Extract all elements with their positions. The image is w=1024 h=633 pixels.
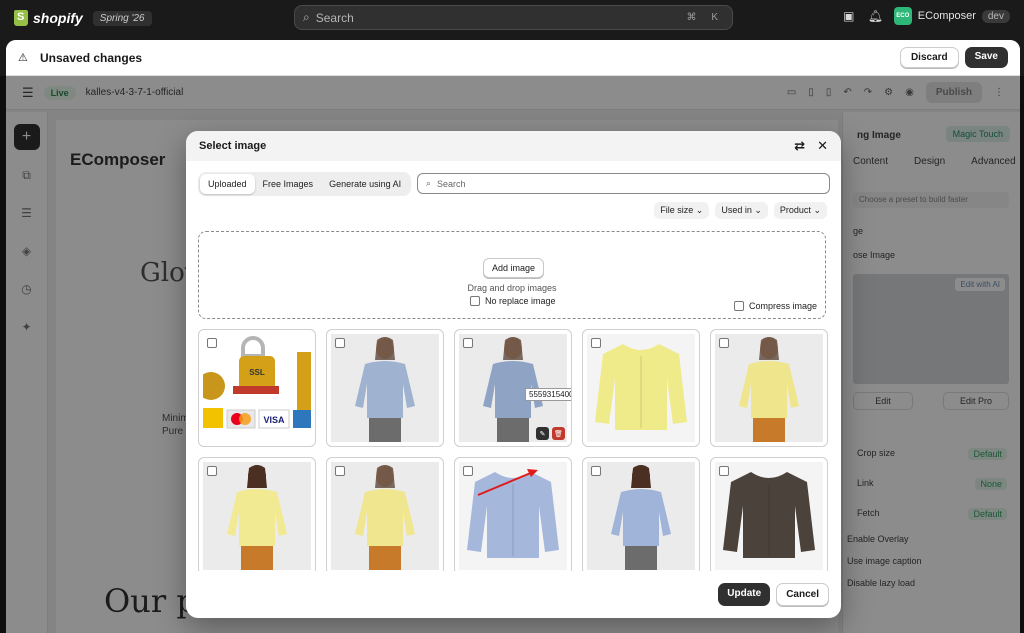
inbox-icon[interactable]: ▣ <box>842 9 856 23</box>
shopify-topbar: shopify Spring '26 ⌕ Search ⌘ K ▣ 🔔︎ ECO… <box>0 0 1024 36</box>
image-select-checkbox[interactable] <box>463 338 473 348</box>
image-thumbnail <box>715 462 823 570</box>
cancel-button[interactable]: Cancel <box>776 583 829 606</box>
image-thumbnail: SSL VISA <box>203 334 311 442</box>
image-card[interactable] <box>710 457 828 571</box>
store-switcher[interactable]: ECO EComposer dev <box>893 7 1010 25</box>
save-button[interactable]: Save <box>964 47 1008 68</box>
image-select-checkbox[interactable] <box>591 338 601 348</box>
search-icon: ⌕ <box>303 10 310 24</box>
compress-toggle[interactable]: Compress image <box>733 301 817 311</box>
file-size-label: File size <box>660 205 694 215</box>
refresh-icon[interactable]: ⇄ <box>794 138 805 154</box>
chevron-down-icon: ⌄ <box>695 205 704 215</box>
image-card[interactable] <box>582 329 700 447</box>
image-source-tabs: Uploaded Free Images Generate using AI <box>198 172 412 196</box>
store-avatar: ECO <box>893 7 912 25</box>
no-replace-checkbox[interactable] <box>470 296 480 306</box>
image-thumbnail <box>331 334 439 442</box>
tab-uploaded[interactable]: Uploaded <box>200 174 255 194</box>
image-thumbnail <box>715 334 823 442</box>
no-replace-label: No replace image <box>485 296 556 306</box>
search-shortcut: ⌘ K <box>686 12 724 23</box>
search-placeholder: Search <box>315 10 354 25</box>
store-name: EComposer <box>917 10 976 22</box>
image-card[interactable]: SSL VISA <box>198 329 316 447</box>
image-select-checkbox[interactable] <box>207 466 217 476</box>
edit-image-icon[interactable]: ✎ <box>536 427 549 440</box>
image-search-input[interactable]: ⌕ Search <box>417 173 830 194</box>
drag-drop-text: Drag and drop images <box>467 283 557 293</box>
svg-text:SSL: SSL <box>249 368 265 377</box>
image-thumbnail <box>459 462 567 570</box>
tab-free-images[interactable]: Free Images <box>255 174 322 194</box>
modal-header: Select image ⇄ ✕ <box>186 131 841 161</box>
image-card[interactable] <box>326 329 444 447</box>
image-card[interactable] <box>582 457 700 571</box>
image-select-checkbox[interactable] <box>719 338 729 348</box>
image-card[interactable] <box>326 457 444 571</box>
image-select-checkbox[interactable] <box>591 466 601 476</box>
select-image-modal: Select image ⇄ ✕ Uploaded Free Images Ge… <box>186 131 841 618</box>
shopify-bag-icon <box>14 10 28 26</box>
image-select-checkbox[interactable] <box>335 338 345 348</box>
image-search-placeholder: Search <box>437 178 466 189</box>
shopify-logo[interactable]: shopify <box>14 10 83 26</box>
svg-text:VISA: VISA <box>263 415 285 425</box>
delete-icon[interactable]: 🗑︎ <box>552 427 565 440</box>
unsaved-message: Unsaved changes <box>40 50 143 65</box>
compress-label: Compress image <box>748 301 817 311</box>
image-grid: SSL VISA 5559315400_2_1_1 ✎🗑︎ <box>198 329 830 571</box>
add-image-button[interactable]: Add image <box>483 258 545 278</box>
image-thumbnail <box>203 462 311 570</box>
unsaved-changes-bar: ⚠ Unsaved changes Discard Save <box>6 40 1020 76</box>
bell-icon[interactable]: 🔔︎ <box>868 9 883 23</box>
image-select-checkbox[interactable] <box>719 466 729 476</box>
no-replace-toggle[interactable]: No replace image <box>470 296 556 306</box>
used-in-label: Used in <box>721 205 752 215</box>
warning-icon: ⚠ <box>18 52 28 64</box>
chevron-down-icon: ⌄ <box>813 205 821 215</box>
product-filter[interactable]: Product ⌄ <box>773 202 827 219</box>
tab-generate-ai[interactable]: Generate using AI <box>321 174 409 194</box>
used-in-filter[interactable]: Used in ⌄ <box>715 202 768 219</box>
global-search-input[interactable]: ⌕ Search ⌘ K <box>294 5 733 30</box>
product-label: Product <box>779 205 811 215</box>
compress-checkbox[interactable] <box>733 301 744 311</box>
file-size-filter[interactable]: File size ⌄ <box>654 202 710 219</box>
image-select-checkbox[interactable] <box>207 338 217 348</box>
image-thumbnail <box>331 462 439 570</box>
filename-tooltip: 5559315400_2_1_1 <box>525 388 571 401</box>
store-badge: dev <box>981 9 1010 23</box>
image-card[interactable] <box>454 457 572 571</box>
image-select-checkbox[interactable] <box>463 466 473 476</box>
image-thumbnail <box>587 334 695 442</box>
image-card[interactable] <box>198 457 316 571</box>
image-thumbnail <box>587 462 695 570</box>
image-card[interactable]: 5559315400_2_1_1 ✎🗑︎ <box>454 329 572 447</box>
image-select-checkbox[interactable] <box>335 466 345 476</box>
brand-name: shopify <box>33 10 83 26</box>
search-icon: ⌕ <box>426 178 432 188</box>
chevron-down-icon: ⌄ <box>754 205 762 215</box>
update-button[interactable]: Update <box>718 583 771 606</box>
image-card[interactable] <box>710 329 828 447</box>
discard-button[interactable]: Discard <box>899 47 959 68</box>
image-dropzone[interactable]: Add image Drag and drop images No replac… <box>198 231 826 319</box>
modal-title: Select image <box>199 140 267 152</box>
edition-badge: Spring '26 <box>92 10 152 26</box>
close-icon[interactable]: ✕ <box>817 138 828 154</box>
